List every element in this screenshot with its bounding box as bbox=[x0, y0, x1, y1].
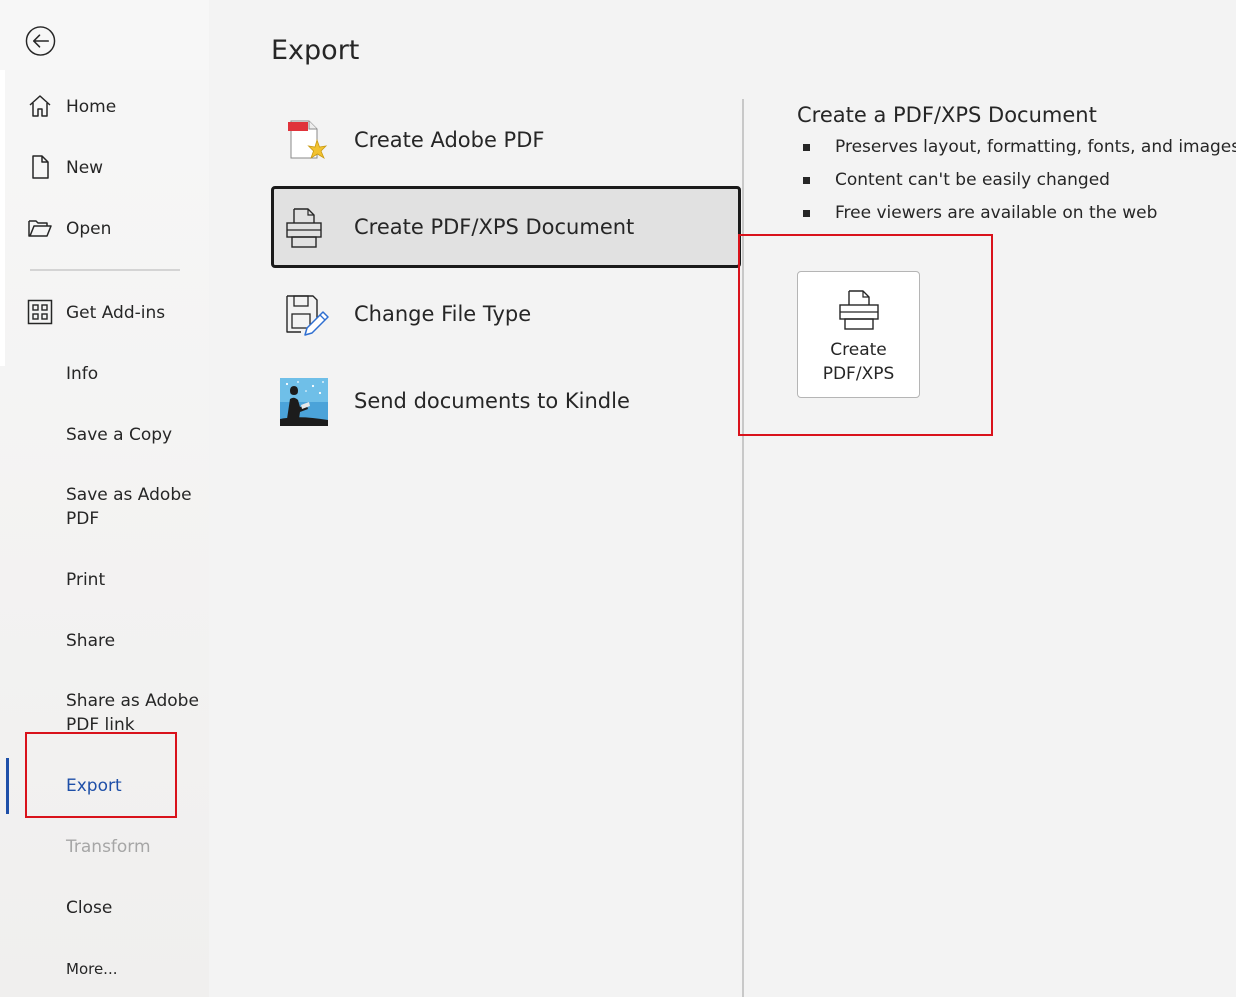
option-label: Send documents to Kindle bbox=[354, 389, 630, 413]
bullet-square-icon bbox=[803, 210, 810, 217]
sidebar-item-label: Print bbox=[66, 570, 106, 590]
sidebar-item-get-add-ins[interactable]: Get Add-ins bbox=[0, 299, 209, 327]
back-arrow-icon bbox=[25, 25, 56, 56]
option-send-documents-to-kindle[interactable]: Send documents to Kindle bbox=[271, 360, 741, 442]
option-create-adobe-pdf[interactable]: Create Adobe PDF bbox=[271, 99, 741, 181]
option-change-file-type[interactable]: Change File Type bbox=[271, 273, 741, 355]
sidebar-item-new[interactable]: New bbox=[0, 154, 209, 182]
option-label: Change File Type bbox=[354, 302, 532, 326]
sidebar-item-more[interactable]: More... bbox=[0, 957, 209, 981]
backstage-sidebar: Home New Open Get Add-ins Info Save a Co… bbox=[0, 0, 209, 997]
sidebar-item-home[interactable]: Home bbox=[0, 93, 209, 121]
pdf-xps-printer-icon bbox=[836, 289, 882, 335]
sidebar-item-label: Info bbox=[66, 364, 99, 384]
bullet-square-icon bbox=[803, 144, 810, 151]
sidebar-item-transform: Transform bbox=[0, 835, 209, 861]
sidebar-item-label: More... bbox=[66, 960, 118, 978]
create-pdf-xps-button-label: Create PDF/XPS bbox=[822, 340, 895, 384]
sidebar-item-label: Open bbox=[66, 219, 112, 239]
sidebar-divider bbox=[30, 269, 180, 271]
back-button[interactable] bbox=[25, 25, 56, 56]
sidebar-item-label: Share bbox=[66, 631, 116, 651]
sidebar-item-open[interactable]: Open bbox=[0, 215, 209, 243]
option-label: Create PDF/XPS Document bbox=[354, 215, 635, 239]
sidebar-item-print[interactable]: Print bbox=[0, 568, 209, 594]
sidebar-item-label: Get Add-ins bbox=[66, 303, 166, 323]
sidebar-item-share[interactable]: Share bbox=[0, 629, 209, 655]
option-create-pdf-xps-document[interactable]: Create PDF/XPS Document bbox=[271, 186, 741, 268]
kindle-icon bbox=[279, 377, 329, 427]
detail-title: Create a PDF/XPS Document bbox=[797, 103, 1097, 127]
sidebar-item-save-as-adobe-pdf[interactable]: Save as Adobe PDF bbox=[0, 483, 209, 533]
option-label: Create Adobe PDF bbox=[354, 128, 545, 152]
pdf-xps-printer-icon bbox=[279, 203, 329, 253]
sidebar-item-label: Transform bbox=[66, 837, 151, 857]
sidebar-item-save-a-copy[interactable]: Save a Copy bbox=[0, 423, 209, 449]
sidebar-item-label: Save a Copy bbox=[66, 425, 173, 445]
add-ins-grid-icon bbox=[27, 299, 53, 325]
sidebar-item-close[interactable]: Close bbox=[0, 896, 209, 922]
page-title: Export bbox=[271, 35, 360, 66]
home-icon bbox=[27, 93, 53, 119]
create-pdf-xps-button[interactable]: Create PDF/XPS bbox=[797, 271, 920, 398]
bullet-square-icon bbox=[803, 177, 810, 184]
sidebar-item-share-as-adobe-pdf-link[interactable]: Share as Adobe PDF link bbox=[0, 689, 209, 739]
sidebar-item-label: Save as Adobe PDF bbox=[66, 485, 192, 529]
adobe-pdf-icon bbox=[279, 116, 329, 166]
open-folder-icon bbox=[27, 215, 53, 241]
sidebar-item-label: Home bbox=[66, 97, 117, 117]
change-file-type-icon bbox=[279, 290, 329, 340]
panel-divider bbox=[742, 99, 744, 997]
sidebar-item-label: Export bbox=[66, 776, 122, 796]
sidebar-item-label: Close bbox=[66, 898, 113, 918]
sidebar-item-info[interactable]: Info bbox=[0, 362, 209, 388]
sidebar-item-label: Share as Adobe PDF link bbox=[66, 691, 199, 735]
sidebar-item-label: New bbox=[66, 158, 104, 178]
sidebar-item-export[interactable]: Export bbox=[0, 774, 209, 800]
new-document-icon bbox=[27, 154, 53, 180]
